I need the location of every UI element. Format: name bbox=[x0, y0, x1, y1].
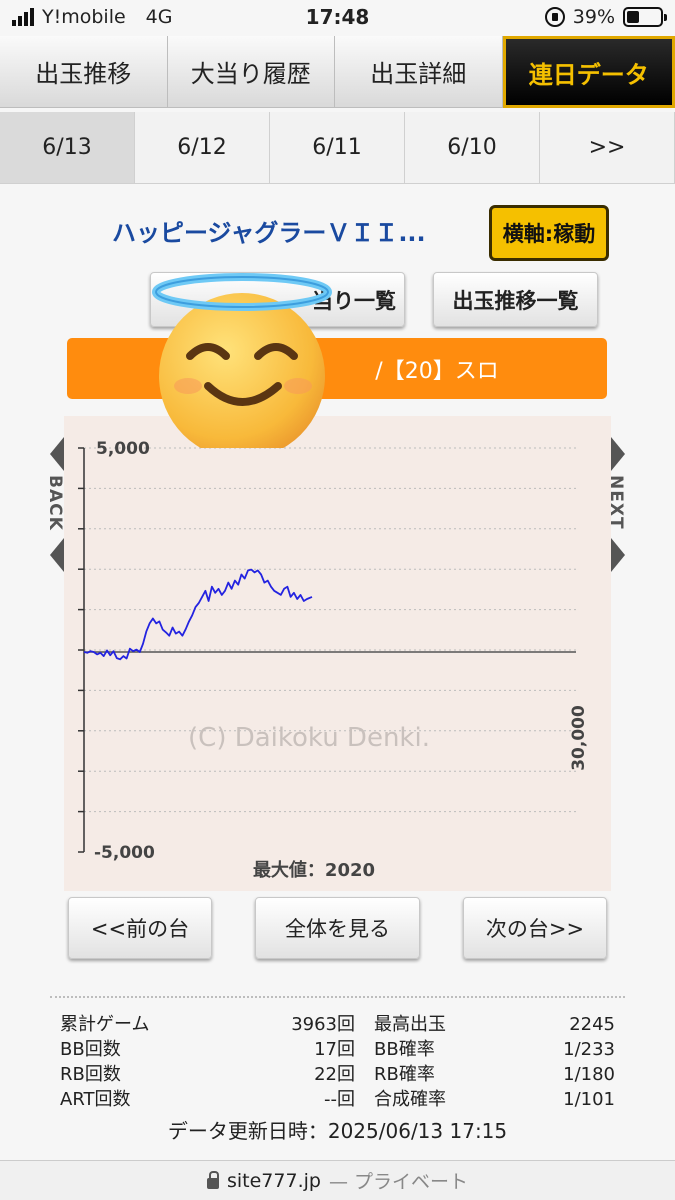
stats-row: RB回数 22回 RB確率 1/180 bbox=[50, 1062, 625, 1087]
main-tabs: 出玉推移 大当り履歴 出玉詳細 連日データ bbox=[0, 36, 675, 108]
series-line bbox=[83, 568, 313, 661]
stat-value: 17回 bbox=[314, 1039, 355, 1060]
stat-label: RB確率 bbox=[374, 1064, 435, 1085]
date-tab-0613[interactable]: 6/13 bbox=[0, 112, 135, 184]
battery-percent: 39% bbox=[572, 6, 615, 28]
machine-banner: /【20】スロ bbox=[67, 338, 607, 399]
stat-label: 最高出玉 bbox=[374, 1014, 446, 1035]
stat-value: 1/233 bbox=[563, 1039, 615, 1060]
tab-jackpot-history[interactable]: 大当り履歴 bbox=[167, 36, 335, 108]
stat-label: RB回数 bbox=[60, 1064, 121, 1085]
stats-row: BB回数 17回 BB確率 1/233 bbox=[50, 1037, 625, 1062]
date-tab-0611[interactable]: 6/11 bbox=[270, 112, 405, 184]
max-value-label: 最大値：2020 bbox=[253, 859, 375, 881]
stat-value: 2245 bbox=[569, 1014, 615, 1035]
stat-value: 22回 bbox=[314, 1064, 355, 1085]
private-label: — プライベート bbox=[328, 1171, 468, 1193]
next-arrow-up-icon[interactable] bbox=[611, 437, 625, 471]
stat-label: BB確率 bbox=[374, 1039, 435, 1060]
next-machine-button[interactable]: 次の台>> bbox=[463, 897, 607, 959]
stat-value: 1/101 bbox=[563, 1089, 615, 1110]
smiling-angel-emoji-icon bbox=[152, 273, 332, 448]
stat-label: ART回数 bbox=[60, 1089, 131, 1110]
stat-value: 3963回 bbox=[291, 1014, 355, 1035]
tab-output-detail[interactable]: 出玉詳細 bbox=[335, 36, 503, 108]
status-bar: Y!mobile 4G 17:48 39% bbox=[0, 0, 675, 36]
url-bar[interactable]: site777.jp — プライベート bbox=[0, 1160, 675, 1200]
y-tick-label-top: 5,000 bbox=[96, 439, 150, 459]
stats-row: ART回数 --回 合成確率 1/101 bbox=[50, 1087, 625, 1112]
stats-table: 累計ゲーム 3963回 最高出玉 2245 BB回数 17回 BB確率 1/233 RB… bbox=[50, 996, 625, 1112]
machine-name[interactable]: ハッピージャグラーＶＩＩ... bbox=[112, 213, 426, 248]
battery-fill bbox=[627, 11, 640, 23]
view-all-button[interactable]: 全体を見る bbox=[255, 897, 420, 959]
date-tabs: 6/13 6/12 6/11 6/10 >> bbox=[0, 112, 675, 184]
back-arrow-up-icon[interactable] bbox=[50, 437, 64, 471]
battery-icon bbox=[623, 7, 667, 27]
output-chart: 5,000 -5,000 30,000 (C) Daikoku Denki. 最大値：2… bbox=[78, 439, 589, 881]
tab-output-trend[interactable]: 出玉推移 bbox=[0, 36, 168, 108]
stat-label: 合成確率 bbox=[374, 1089, 446, 1110]
rotation-lock-icon bbox=[544, 7, 565, 27]
stat-label: BB回数 bbox=[60, 1039, 121, 1060]
back-label[interactable]: BACK bbox=[45, 475, 65, 531]
next-label[interactable]: NEXT bbox=[606, 475, 626, 530]
axis-toggle-button[interactable]: 横軸:稼動 bbox=[489, 205, 609, 261]
back-arrow-down-icon[interactable] bbox=[50, 538, 64, 572]
date-tab-0610[interactable]: 6/10 bbox=[405, 112, 540, 184]
lock-icon bbox=[206, 1170, 219, 1189]
chart-area: 5,000 -5,000 30,000 (C) Daikoku Denki. 最大値：2… bbox=[64, 416, 611, 891]
stat-label: 累計ゲーム bbox=[60, 1014, 150, 1035]
stat-value: --回 bbox=[324, 1089, 355, 1110]
stats-row: 累計ゲーム 3963回 最高出玉 2245 bbox=[50, 1012, 625, 1037]
watermark: (C) Daikoku Denki. bbox=[188, 723, 430, 753]
prev-machine-button[interactable]: <<前の台 bbox=[68, 897, 212, 959]
output-trend-list-button[interactable]: 出玉推移一覧 bbox=[433, 272, 598, 327]
stat-value: 1/180 bbox=[563, 1064, 615, 1085]
tab-daily-data[interactable]: 連日データ bbox=[502, 36, 675, 108]
date-tab-more[interactable]: >> bbox=[540, 112, 675, 184]
x-end-label: 30,000 bbox=[569, 705, 589, 771]
url-domain[interactable]: site777.jp bbox=[227, 1170, 321, 1192]
date-tab-0612[interactable]: 6/12 bbox=[135, 112, 270, 184]
last-updated: データ更新日時：2025/06/13 17:15 bbox=[167, 1119, 508, 1143]
banner-text: /【20】スロ bbox=[375, 358, 499, 384]
next-arrow-down-icon[interactable] bbox=[611, 538, 625, 572]
y-tick-label-bottom: -5,000 bbox=[94, 843, 155, 863]
